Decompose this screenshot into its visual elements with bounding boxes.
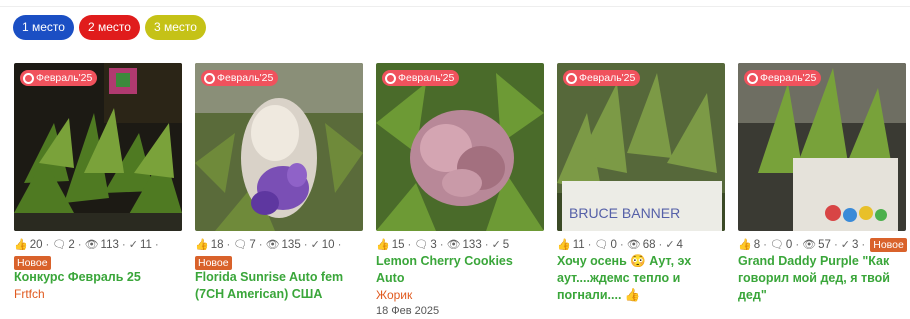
views-count: 57 <box>818 238 831 251</box>
likes-count: 11 <box>572 238 585 251</box>
card-title[interactable]: Конкурс Февраль 25 <box>14 269 182 286</box>
views-count: 133 <box>462 238 482 251</box>
eye-icon: 👁 <box>446 239 461 251</box>
checks-count: 5 <box>502 238 510 251</box>
likes-count: 15 <box>391 238 405 251</box>
month-badge: Февраль'25 <box>20 70 98 86</box>
comments-count: 0 <box>610 238 617 251</box>
plant-photo-purple <box>195 63 363 231</box>
card-photo[interactable]: Февраль'25 <box>738 63 906 231</box>
comments-count: 2 <box>68 238 75 251</box>
comments-icon: 🗨 <box>414 239 429 251</box>
eye-icon: 👁 <box>802 239 817 251</box>
checks-count: 11 <box>139 238 152 251</box>
contest-card[interactable]: BRUCE BANNER Февраль'25 👍 11 · 🗨 0 · 👁 68 · ✓ 4… <box>557 63 725 304</box>
eye-icon: 👁 <box>626 239 641 251</box>
new-badge: Новое <box>870 237 907 252</box>
place-3-button[interactable]: 3 место <box>144 15 206 40</box>
circle-icon <box>23 72 34 84</box>
month-label: Февраль'25 <box>217 72 274 84</box>
checks-count: 3 <box>852 238 859 251</box>
place-1-button[interactable]: 1 место <box>13 15 74 40</box>
month-badge: Февраль'25 <box>201 70 279 86</box>
contest-card[interactable]: Февраль'25 👍 20 · 🗨 2 · 👁 113 · ✓ 11 · Новое Кон… <box>14 63 182 302</box>
card-title[interactable]: Florida Sunrise Auto fem (7CH American) … <box>195 269 363 303</box>
circle-icon <box>204 72 215 84</box>
month-badge: Февраль'25 <box>563 70 641 86</box>
eye-icon: 👁 <box>84 239 99 251</box>
check-circle-icon: ✓ <box>840 239 850 251</box>
card-stats: 👍 20 · 🗨 2 · 👁 113 · ✓ 11 · <box>14 238 159 252</box>
check-circle-icon: ✓ <box>128 239 138 251</box>
new-badge: Новое <box>195 256 232 270</box>
card-stats: 👍 18 · 🗨 7 · 👁 135 · ✓ 10 · <box>195 238 342 252</box>
month-label: Февраль'25 <box>579 72 636 84</box>
views-count: 135 <box>281 238 301 251</box>
top-divider <box>0 0 910 7</box>
card-photo[interactable]: BRUCE BANNER Февраль'25 <box>557 63 725 231</box>
card-title[interactable]: Grand Daddy Purple "Как говорил мой дед,… <box>738 253 906 304</box>
month-badge: Февраль'25 <box>382 70 460 86</box>
checks-count: 4 <box>676 238 683 251</box>
card-date: 18 Фев 2025 <box>376 305 440 317</box>
comments-count: 7 <box>249 238 256 251</box>
thumbs-up-icon: 👍 <box>738 239 752 251</box>
thumbs-up-icon: 👍 <box>195 239 209 251</box>
place-2-button[interactable]: 2 место <box>78 15 140 40</box>
contest-card[interactable]: Февраль'25 👍 8 · 🗨 0 · 👁 57 · ✓ 3 · Новое Grand … <box>738 63 907 304</box>
thumbs-up-icon: 👍 <box>14 239 28 251</box>
plant-photo-pink <box>376 63 544 231</box>
check-circle-icon: ✓ <box>310 239 320 251</box>
card-author[interactable]: Жорик <box>376 287 544 303</box>
card-photo[interactable]: Февраль'25 <box>376 63 544 231</box>
card-stats: 👍 11 · 🗨 0 · 👁 68 · ✓ 4 <box>557 238 683 252</box>
place-filter: 1 место 2 место 3 место <box>13 15 206 40</box>
month-label: Февраль'25 <box>760 72 817 84</box>
handwritten-card-text: BRUCE BANNER <box>569 205 680 221</box>
checks-count: 10 <box>321 238 335 251</box>
circle-icon <box>747 72 758 84</box>
card-stats: 👍 8 · 🗨 0 · 👁 57 · ✓ 3 · Новое <box>738 237 907 252</box>
views-count: 113 <box>100 238 119 251</box>
thumbs-up-icon: 👍 <box>376 239 390 251</box>
plant-photo-card: BRUCE BANNER <box>557 63 725 231</box>
contest-card[interactable]: Февраль'25 👍 18 · 🗨 7 · 👁 135 · ✓ 10 · Новое Flo… <box>195 63 363 303</box>
views-count: 68 <box>642 238 656 251</box>
likes-count: 18 <box>210 238 224 251</box>
circle-icon <box>385 72 396 84</box>
plant-photo-dark <box>14 63 182 231</box>
comments-icon: 🗨 <box>52 239 67 251</box>
comments-count: 0 <box>785 238 793 251</box>
card-photo[interactable]: Февраль'25 <box>14 63 182 231</box>
comments-icon: 🗨 <box>769 239 784 251</box>
contest-card[interactable]: Февраль'25 👍 15 · 🗨 3 · 👁 133 · ✓ 5 Lemon Cherr… <box>376 63 544 319</box>
month-label: Февраль'25 <box>398 72 455 84</box>
month-label: Февраль'25 <box>36 72 93 84</box>
plant-photo-pot <box>738 63 906 231</box>
card-title[interactable]: Хочу осень 😳 Аут, эх аут....ждемс тепло … <box>557 253 725 304</box>
circle-icon <box>566 72 577 84</box>
comments-icon: 🗨 <box>233 239 248 251</box>
eye-icon: 👁 <box>265 239 280 251</box>
month-badge: Февраль'25 <box>744 70 822 86</box>
comments-count: 3 <box>430 238 437 251</box>
check-circle-icon: ✓ <box>491 239 501 251</box>
comments-icon: 🗨 <box>594 239 609 251</box>
thumbs-up-icon: 👍 <box>557 239 571 251</box>
card-photo[interactable]: Февраль'25 <box>195 63 363 231</box>
likes-count: 20 <box>29 238 43 251</box>
card-stats: 👍 15 · 🗨 3 · 👁 133 · ✓ 5 <box>376 238 510 252</box>
likes-count: 8 <box>753 238 761 251</box>
check-circle-icon: ✓ <box>665 239 675 251</box>
card-title[interactable]: Lemon Cherry Cookies Auto <box>376 253 544 287</box>
new-badge: Новое <box>14 256 51 270</box>
